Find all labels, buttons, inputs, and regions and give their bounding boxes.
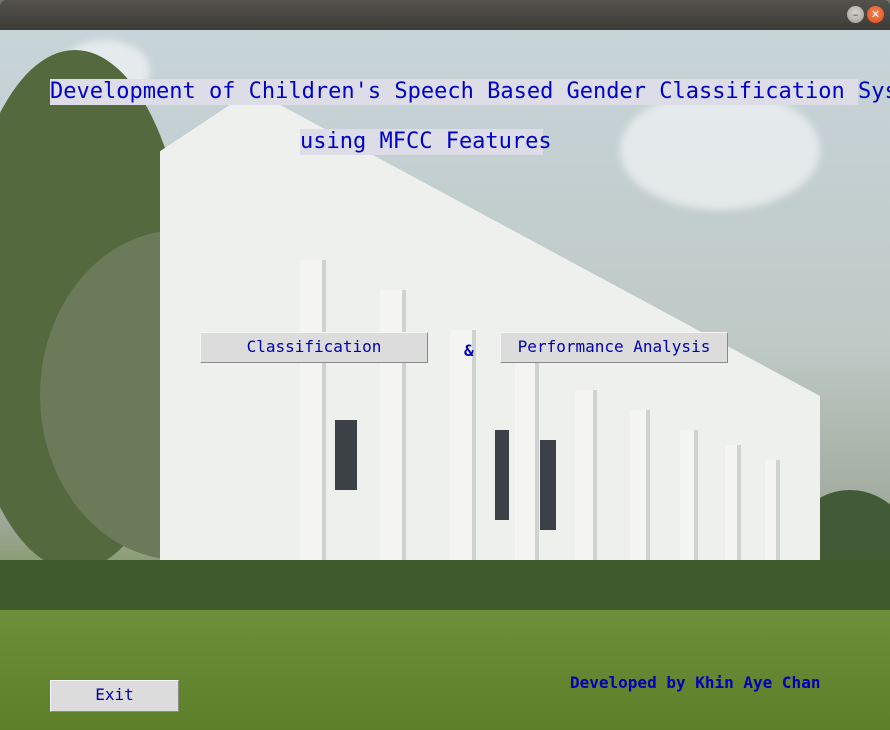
exit-button[interactable]: Exit (50, 680, 179, 712)
close-button[interactable]: ✕ (867, 6, 884, 23)
title-line-1: Development of Children's Speech Based G… (50, 79, 890, 105)
window-titlebar: – ✕ (0, 0, 890, 30)
classification-button[interactable]: Classification (200, 332, 428, 363)
title-line-2: using MFCC Features (300, 129, 552, 155)
background-image: Development of Children's Speech Based G… (0, 30, 890, 730)
ampersand-label: & (464, 341, 474, 360)
minimize-button[interactable]: – (847, 6, 864, 23)
performance-analysis-button[interactable]: Performance Analysis (500, 332, 728, 363)
developer-credit: Developed by Khin Aye Chan (570, 673, 821, 692)
app-window: – ✕ Development of Children's Speech Bas… (0, 0, 890, 730)
